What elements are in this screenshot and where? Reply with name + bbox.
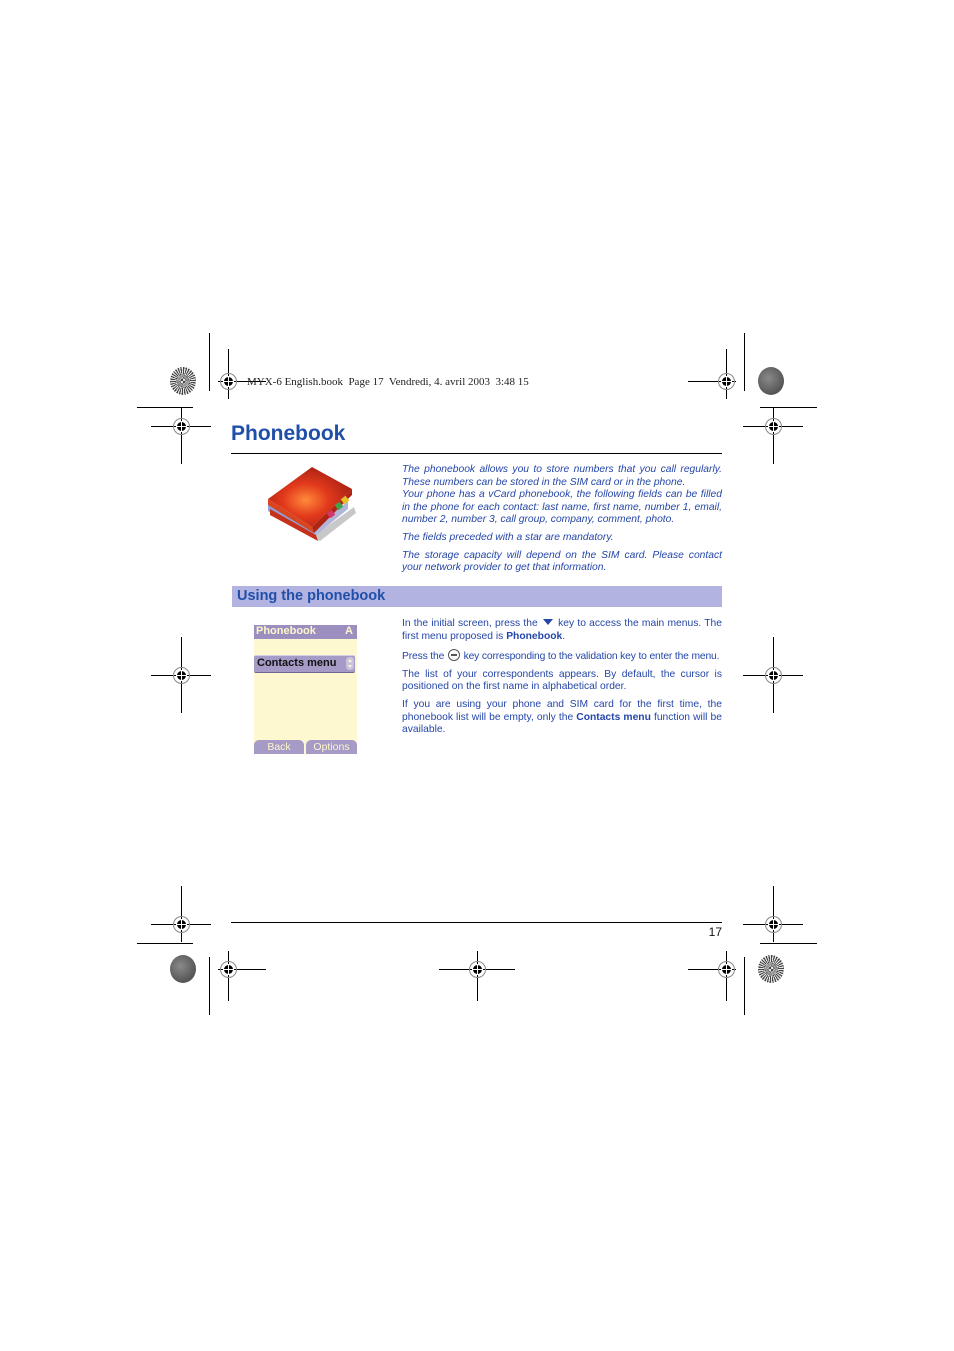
- crop-line: [209, 333, 210, 391]
- section-title: Using the phonebook: [237, 588, 386, 604]
- registration-target-icon: [151, 408, 211, 464]
- scroll-arrows-icon: [346, 657, 354, 670]
- text-span: .: [562, 630, 566, 642]
- registration-target-icon: [688, 349, 736, 399]
- crop-line: [760, 943, 817, 944]
- phone-menu-item-label: Contacts menu: [257, 657, 337, 669]
- intro-paragraph: Your phone has a vCard phonebook, the fo…: [402, 489, 722, 526]
- crop-line: [137, 943, 193, 944]
- crop-line: [744, 957, 745, 1015]
- registration-target-icon: [743, 408, 803, 464]
- text-span: Press the: [402, 650, 445, 662]
- intro-paragraph: The phonebook allows you to store number…: [402, 464, 722, 488]
- phone-screen-header: Phonebook A: [254, 625, 357, 639]
- grey-disc-icon: [758, 367, 784, 395]
- registration-target-icon: [151, 637, 211, 713]
- instruction-paragraph: Press the key corresponding to the valid…: [402, 648, 722, 664]
- ok-validation-key-icon: [447, 648, 460, 661]
- crop-line: [209, 957, 210, 1015]
- function-name-bold: Contacts menu: [576, 711, 651, 723]
- section-header-bar: Using the phonebook: [232, 586, 722, 607]
- phone-screen-indicator: A: [345, 625, 353, 637]
- registration-target-icon: [151, 886, 211, 942]
- softkey-back: Back: [254, 740, 304, 754]
- phone-screen-illustration: Phonebook A Contacts menu Back Options: [254, 625, 357, 754]
- phone-menu-item-contacts: Contacts menu: [254, 655, 355, 673]
- footer-rule: [231, 922, 722, 923]
- registration-target-icon: [439, 951, 515, 1001]
- registration-target-icon: [688, 951, 736, 1001]
- registration-target-icon: [218, 349, 266, 399]
- intro-text: The phonebook allows you to store number…: [402, 464, 722, 580]
- registration-target-icon: [218, 951, 266, 1001]
- registration-target-icon: [743, 637, 803, 713]
- instructions-text: In the initial screen, press the key to …: [402, 618, 722, 742]
- text-span: In the initial screen, press the: [402, 618, 538, 629]
- crop-line: [744, 333, 745, 391]
- grey-disc-icon: [170, 955, 196, 983]
- instruction-paragraph: In the initial screen, press the key to …: [402, 618, 722, 643]
- down-arrow-key-icon: [542, 619, 553, 625]
- page-title: Phonebook: [231, 422, 346, 445]
- title-rule: [231, 453, 722, 454]
- intro-paragraph: The fields preceded with a star are mand…: [402, 531, 614, 543]
- softkey-options: Options: [306, 740, 357, 754]
- phonebook-book-icon: [262, 463, 358, 547]
- instruction-paragraph: The list of your correspondents appears.…: [402, 668, 722, 693]
- menu-name-bold: Phonebook: [506, 630, 563, 642]
- starburst-disc-icon: [170, 367, 196, 395]
- intro-paragraph: The storage capacity will depend on the …: [402, 549, 722, 574]
- page-number: 17: [708, 925, 722, 939]
- text-span: key corresponding to the validation key …: [463, 650, 720, 662]
- book-meta-header: MYX-6 English.book Page 17 Vendredi, 4. …: [247, 376, 529, 388]
- registration-target-icon: [743, 886, 803, 942]
- starburst-disc-icon: [758, 955, 784, 983]
- phone-screen-title: Phonebook: [256, 625, 316, 637]
- instruction-paragraph: If you are using your phone and SIM card…: [402, 699, 722, 737]
